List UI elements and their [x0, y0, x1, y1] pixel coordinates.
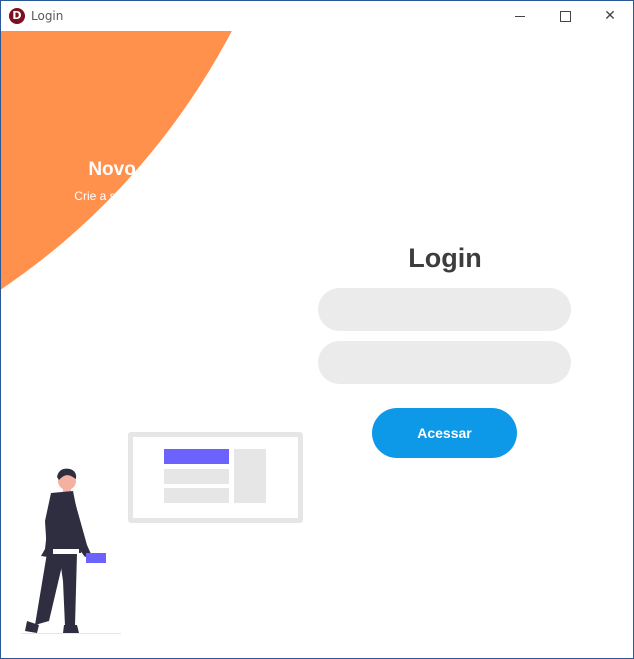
person-with-screen-illustration	[21, 432, 303, 634]
person-leg-right	[59, 553, 77, 626]
screen-sidebar-block	[234, 449, 266, 503]
person-shirt-hem	[53, 549, 79, 554]
d-logo-icon: D	[9, 8, 25, 24]
person-shoe-right	[63, 625, 79, 633]
screen-block	[164, 469, 229, 484]
close-icon: ✕	[604, 8, 616, 24]
app-window: D Login ✕ Novo por aqui? Crie a sua cont…	[0, 0, 634, 659]
screen-highlight-block	[164, 449, 229, 464]
person-tablet	[86, 553, 106, 563]
minimize-button[interactable]	[497, 1, 543, 31]
title-bar: D Login ✕	[1, 1, 633, 31]
maximize-button[interactable]	[542, 1, 588, 31]
screen-block	[164, 488, 229, 503]
maximize-icon	[559, 10, 571, 22]
ground-line	[21, 633, 121, 634]
minimize-icon	[515, 15, 525, 17]
person-leg-left	[35, 553, 65, 625]
close-button[interactable]: ✕	[587, 1, 633, 31]
window-title: Login	[31, 9, 64, 23]
